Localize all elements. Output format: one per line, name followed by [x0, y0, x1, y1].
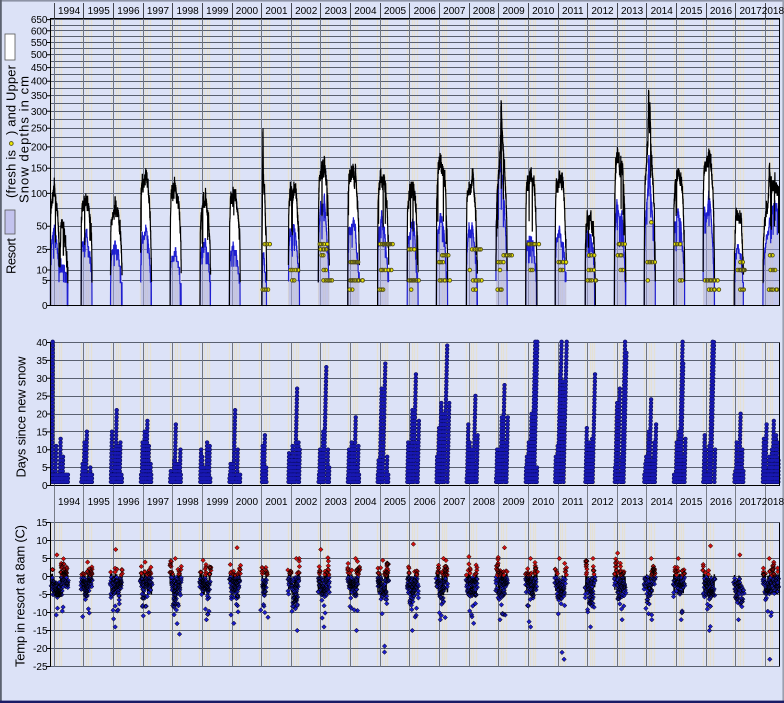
svg-text:10: 10: [36, 266, 48, 277]
svg-text:100: 100: [31, 189, 48, 200]
svg-text:Resort: Resort: [4, 238, 19, 274]
svg-text:2007: 2007: [443, 497, 466, 508]
svg-text:2003: 2003: [325, 6, 348, 17]
svg-text:2004: 2004: [354, 6, 377, 17]
svg-text:2014: 2014: [651, 6, 674, 17]
svg-text:2008: 2008: [473, 6, 496, 17]
svg-text:25: 25: [36, 392, 48, 403]
svg-text:2009: 2009: [502, 497, 525, 508]
svg-text:200: 200: [31, 142, 48, 153]
svg-text:5: 5: [42, 554, 48, 565]
svg-text:2006: 2006: [414, 497, 437, 508]
svg-text:2008: 2008: [473, 497, 496, 508]
svg-text:500: 500: [31, 50, 48, 61]
svg-text:2009: 2009: [502, 6, 525, 17]
svg-text:300: 300: [31, 107, 48, 118]
svg-text:1995: 1995: [88, 497, 111, 508]
svg-text:40: 40: [36, 338, 48, 349]
svg-text:15: 15: [36, 427, 48, 438]
svg-text:10: 10: [36, 536, 48, 547]
svg-text:2012: 2012: [591, 6, 614, 17]
svg-text:650: 650: [31, 15, 48, 26]
svg-text:2000: 2000: [236, 6, 259, 17]
svg-text:2017: 2017: [739, 497, 762, 508]
svg-text:2001: 2001: [265, 6, 288, 17]
svg-text:600: 600: [31, 26, 48, 37]
svg-text:250: 250: [31, 124, 48, 135]
svg-text:15: 15: [36, 518, 48, 529]
svg-text:1996: 1996: [117, 497, 140, 508]
svg-text:2013: 2013: [621, 497, 644, 508]
svg-text:2017: 2017: [739, 6, 762, 17]
svg-text:2010: 2010: [532, 497, 555, 508]
svg-text:2005: 2005: [384, 497, 407, 508]
svg-text:20: 20: [36, 410, 48, 421]
svg-text:2011: 2011: [562, 6, 584, 17]
svg-text:30: 30: [36, 374, 48, 385]
svg-text:-25: -25: [33, 662, 48, 673]
svg-text:2005: 2005: [384, 6, 407, 17]
svg-text:5: 5: [42, 276, 48, 287]
svg-text:2015: 2015: [680, 6, 703, 17]
svg-text:2004: 2004: [354, 497, 377, 508]
svg-text:1994: 1994: [58, 497, 81, 508]
svg-text:2016: 2016: [710, 497, 733, 508]
svg-text:10: 10: [36, 445, 48, 456]
svg-text:2002: 2002: [295, 497, 318, 508]
svg-text:0: 0: [42, 481, 48, 492]
svg-text:2011: 2011: [562, 497, 584, 508]
svg-text:400: 400: [31, 77, 48, 88]
svg-text:-5: -5: [39, 590, 48, 601]
svg-text:2018: 2018: [762, 497, 784, 508]
svg-text:50: 50: [36, 222, 48, 233]
svg-text:-15: -15: [33, 626, 48, 637]
svg-text:2003: 2003: [325, 497, 348, 508]
svg-text:2018: 2018: [762, 6, 784, 17]
svg-text:2016: 2016: [710, 6, 733, 17]
svg-text:Temp in resort at 8am (C): Temp in resort at 8am (C): [13, 525, 28, 667]
svg-text:Snow depths in cm: Snow depths in cm: [17, 76, 32, 203]
svg-text:150: 150: [31, 164, 48, 175]
svg-text:1995: 1995: [88, 6, 111, 17]
svg-text:1999: 1999: [206, 497, 229, 508]
svg-text:550: 550: [31, 38, 48, 49]
svg-text:2007: 2007: [443, 6, 466, 17]
svg-text:35: 35: [36, 356, 48, 367]
svg-text:2013: 2013: [621, 6, 644, 17]
svg-text:1999: 1999: [206, 6, 229, 17]
svg-text:0: 0: [42, 572, 48, 583]
svg-text:2014: 2014: [651, 497, 674, 508]
svg-text:1997: 1997: [147, 6, 170, 17]
svg-text:2001: 2001: [265, 497, 288, 508]
svg-text:25: 25: [36, 245, 48, 256]
svg-text:1998: 1998: [176, 6, 199, 17]
svg-text:2002: 2002: [295, 6, 318, 17]
svg-text:0: 0: [42, 301, 48, 312]
svg-text:350: 350: [31, 91, 48, 102]
svg-text:5: 5: [42, 463, 48, 474]
svg-text:2012: 2012: [591, 497, 614, 508]
svg-text:1994: 1994: [58, 6, 81, 17]
svg-text:2000: 2000: [236, 497, 259, 508]
svg-text:2006: 2006: [414, 6, 437, 17]
svg-text:Days since new snow: Days since new snow: [14, 356, 29, 478]
svg-text:-10: -10: [33, 608, 48, 619]
svg-text:1996: 1996: [117, 6, 140, 17]
svg-text:2010: 2010: [532, 6, 555, 17]
svg-text:-20: -20: [33, 644, 48, 655]
svg-text:2015: 2015: [680, 497, 703, 508]
svg-text:1997: 1997: [147, 497, 170, 508]
svg-text:450: 450: [31, 63, 48, 74]
svg-text:1998: 1998: [176, 497, 199, 508]
